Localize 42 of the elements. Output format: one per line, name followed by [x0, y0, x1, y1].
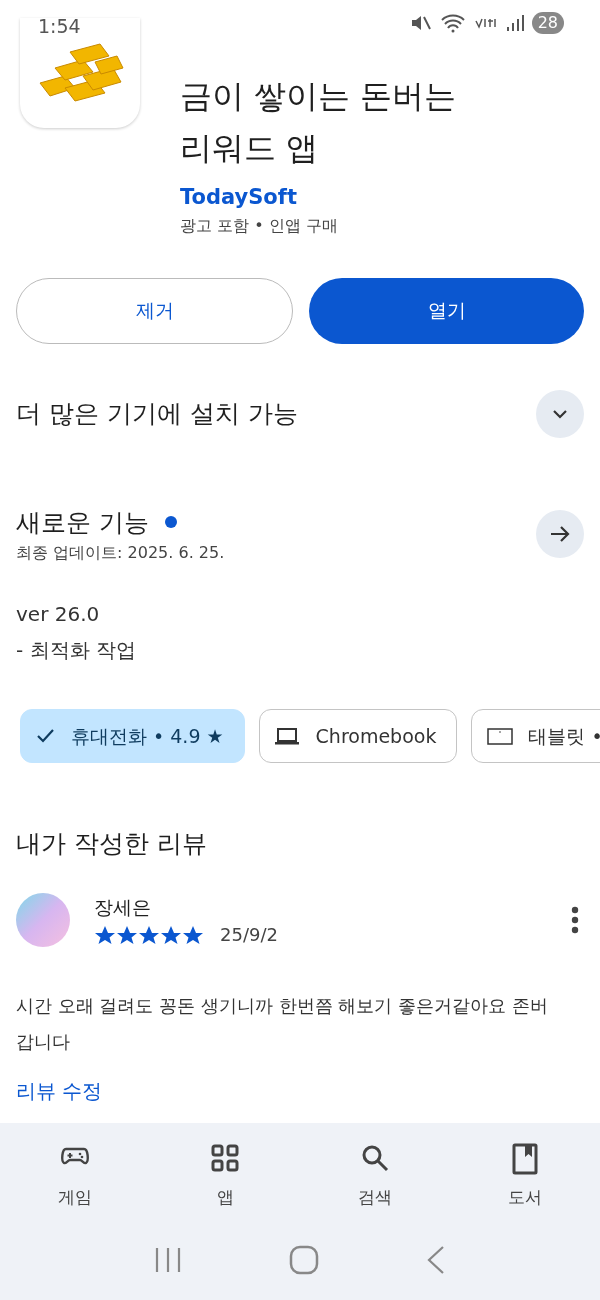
review-text: 시간 오래 걸려도 꽁돈 생기니까 한번쯤 해보기 좋은거같아요 존버갑니다 — [15, 994, 549, 1054]
nav-tab[interactable]: 게임 — [0, 1122, 150, 1220]
section-title: 더 많은 기기에 설치 가능 — [16, 397, 298, 430]
section-title: 내가 작성한 리뷰 — [15, 828, 208, 860]
nav-tab[interactable]: 검색 — [300, 1122, 450, 1220]
book-icon — [510, 1142, 540, 1175]
device-filter-chip[interactable]: Chromebook — [258, 709, 458, 763]
nav-tab[interactable]: 앱 — [150, 1122, 300, 1220]
tablet-icon — [486, 726, 515, 746]
version-text: ver 26.0 — [15, 601, 101, 628]
battery-level: 28 — [531, 12, 564, 34]
reviewer-name: 장세은 — [94, 894, 152, 920]
recent-apps-icon[interactable] — [153, 1246, 182, 1274]
arrow-button[interactable] — [536, 510, 584, 559]
laptop-icon — [273, 726, 302, 746]
star-icon — [138, 924, 160, 945]
review-date: 25/9/2 — [220, 923, 278, 947]
developer-link[interactable]: TodaySoft — [180, 182, 457, 214]
star-icon — [160, 924, 182, 945]
star-icon — [182, 924, 204, 945]
star-icon — [94, 924, 116, 945]
wifi-icon — [439, 13, 466, 33]
mute-icon — [409, 13, 432, 33]
update-date: 최종 업데이트: 2025. 6. 25. — [16, 542, 225, 564]
grid-icon — [210, 1142, 240, 1175]
app-title-line: 리워드 앱 — [180, 128, 320, 169]
home-icon[interactable] — [289, 1245, 319, 1275]
section-title: 새로운 기능 — [16, 506, 149, 539]
star-icon — [116, 924, 138, 945]
device-filter-chip[interactable]: 태블릿 • — [471, 709, 600, 763]
avatar — [16, 893, 70, 948]
app-info: 광고 포함 • 인앱 구매 — [180, 214, 339, 237]
edit-review-link[interactable]: 리뷰 수정 — [0, 1076, 119, 1106]
uninstall-button[interactable]: 제거 — [16, 277, 293, 344]
app-title-line: 금이 쌓이는 돈버는 — [180, 76, 457, 117]
device-filter-chip[interactable]: 휴대전화 • 4.9 ★ — [20, 709, 245, 763]
more-vertical-icon — [571, 906, 579, 935]
release-notes: - 최적화 작업 — [15, 637, 137, 664]
open-button[interactable]: 열기 — [309, 277, 584, 344]
nav-tab[interactable]: 도서 — [450, 1122, 600, 1220]
status-time: 1:54 — [38, 14, 81, 39]
signal-icon — [505, 13, 524, 33]
